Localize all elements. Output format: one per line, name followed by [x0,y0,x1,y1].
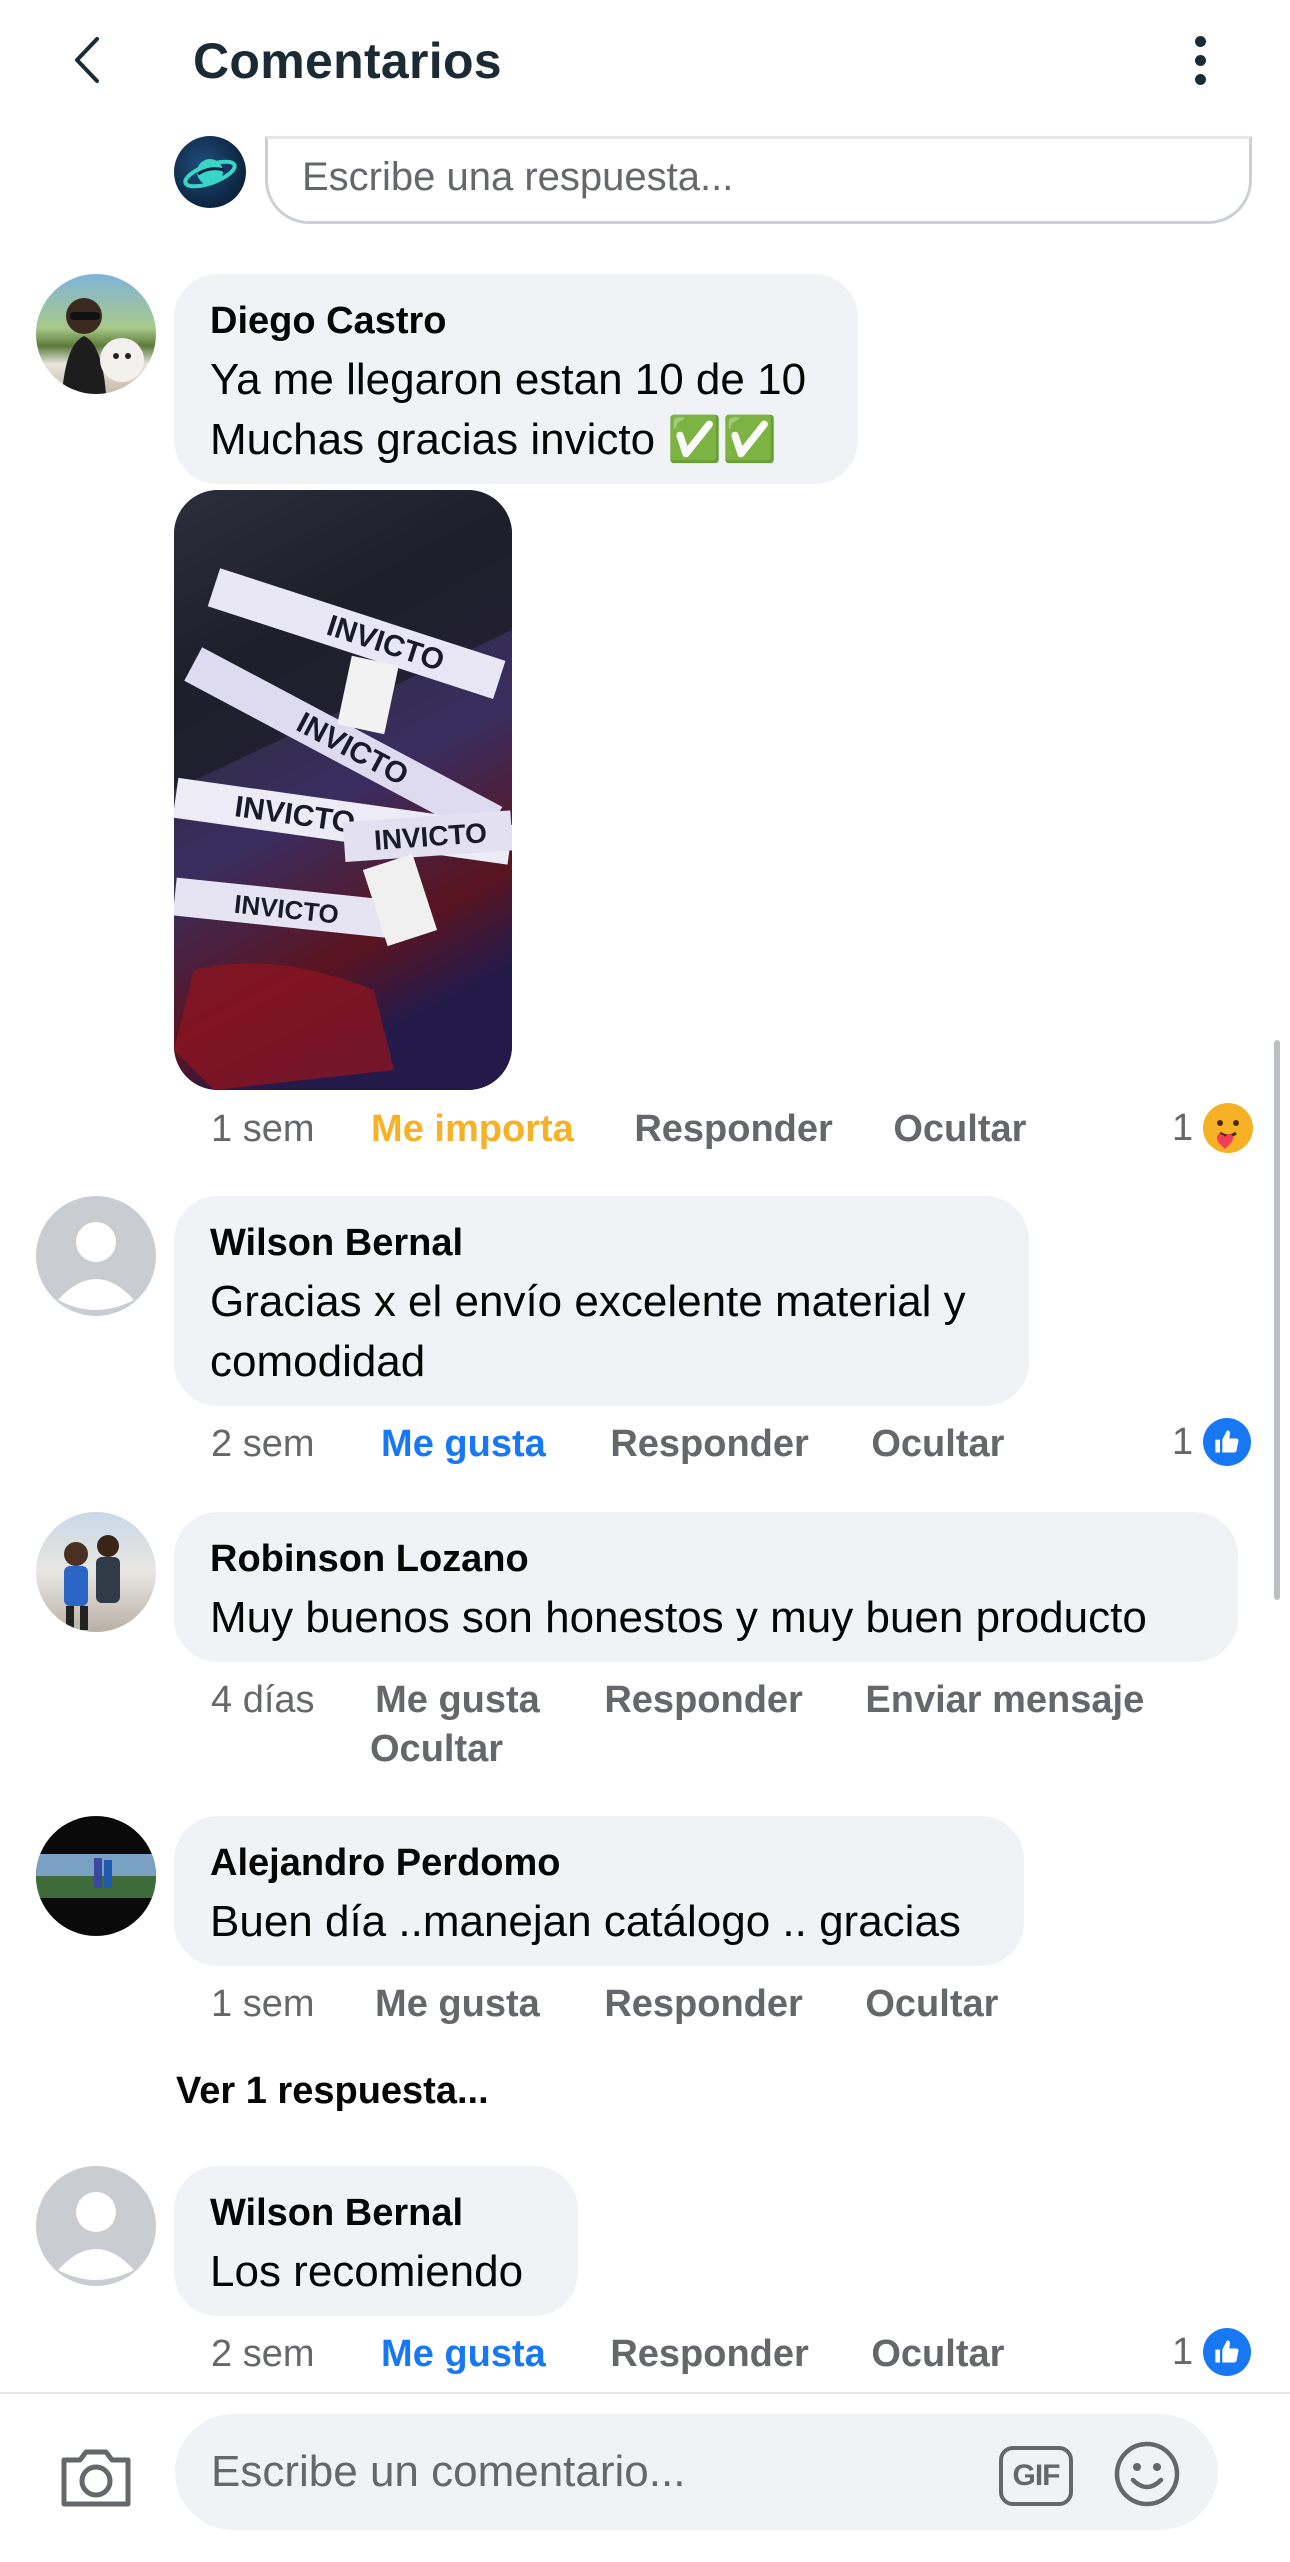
avatar-robinson-lozano[interactable] [36,1512,156,1632]
comment-bubble[interactable]: Robinson Lozano Muy buenos son honestos … [174,1512,1238,1662]
avatar-wilson-bernal[interactable] [36,1196,156,1316]
comment-bubble[interactable]: Wilson Bernal Los recomiendo [174,2166,578,2316]
comment-text-line: Muchas gracias invicto ✅✅ [210,415,777,464]
comment-text: Buen día ..manejan catálogo .. gracias [210,1892,988,1952]
thumbs-up-icon [1203,1418,1252,1466]
comment-author[interactable]: Wilson Bernal [210,2190,542,2236]
planet-logo-icon [183,159,237,189]
chevron-left-icon [75,37,99,83]
comment-author[interactable]: Robinson Lozano [210,1536,1202,1582]
comment-time[interactable]: 2 sem [211,2330,314,2378]
reply-input[interactable]: Escribe una respuesta... [265,136,1252,224]
reaction-count-number: 1 [1172,1107,1194,1149]
hide-button[interactable]: Ocultar [865,1980,998,2028]
comment-text: Muy buenos son honestos y muy buen produ… [210,1588,1202,1648]
comment-photo[interactable]: INVICTO INVICTO INVICTO INVICTO INVICTO [174,490,512,1090]
like-button[interactable]: Me gusta [375,1676,540,1724]
comment-text: Gracias x el envío excelente material y … [210,1272,993,1392]
comment-time[interactable]: 4 días [211,1676,315,1724]
comment-text: Los recomiendo [210,2242,542,2302]
hide-button[interactable]: Ocultar [871,1420,1004,1468]
comment-text-line: Ya me llegaron estan 10 de 10 [210,355,807,404]
comment-composer: Escribe un comentario... GIF [0,2392,1290,2562]
reply-button[interactable]: Responder [610,2330,808,2378]
hide-button[interactable]: Ocultar [893,1105,1026,1153]
comment-placeholder: Escribe un comentario... [211,2447,686,2496]
comment-input[interactable]: Escribe un comentario... GIF [175,2414,1218,2530]
back-button[interactable] [56,30,116,90]
comment-text-line: comodidad [210,1337,426,1386]
comment-time[interactable]: 1 sem [211,1980,314,2028]
comment-text-line: Gracias x el envío excelente material y [210,1277,966,1326]
hide-button[interactable]: Ocultar [370,1725,503,1773]
comment-actions: 2 sem Me gusta Responder Ocultar [211,1420,1004,1468]
page-avatar[interactable] [174,136,246,208]
avatar-diego-castro[interactable] [36,274,156,394]
more-vertical-icon [1194,35,1206,47]
reaction-count-number: 1 [1172,1421,1194,1463]
care-reaction-button[interactable]: Me importa [371,1105,574,1153]
comment-text-line: Los recomiendo [210,2247,524,2296]
comment-time[interactable]: 2 sem [211,1420,314,1468]
emoji-button[interactable] [1113,2440,1181,2508]
top-bar: Comentarios [0,0,1290,122]
avatar-wilson-bernal[interactable] [36,2166,156,2286]
comment-text-line: Buen día ..manejan catálogo .. gracias [210,1897,961,1946]
reaction-count[interactable]: 1 [1172,2328,1252,2376]
avatar-alejandro-perdomo[interactable] [36,1816,156,1936]
view-replies-link[interactable]: Ver 1 respuesta... [176,2067,489,2115]
like-button[interactable]: Me gusta [381,1420,546,1468]
camera-icon [61,2449,131,2507]
comment-bubble[interactable]: Wilson Bernal Gracias x el envío excelen… [174,1196,1029,1406]
gif-icon: GIF [1012,2459,1061,2492]
comment-text: Ya me llegaron estan 10 de 10 Muchas gra… [210,350,822,470]
page-title: Comentarios [193,33,502,89]
reaction-count-number: 1 [1172,2331,1194,2373]
comment-author[interactable]: Alejandro Perdomo [210,1840,988,1886]
smiley-icon [1114,2441,1180,2507]
reply-placeholder: Escribe una respuesta... [302,155,734,199]
send-message-button[interactable]: Enviar mensaje [865,1676,1144,1724]
reaction-count[interactable]: 1 [1172,1418,1252,1466]
comment-author[interactable]: Diego Castro [210,298,822,344]
hide-button[interactable]: Ocultar [871,2330,1004,2378]
comment-actions: 1 sem Me importa Responder Ocultar [211,1105,1026,1153]
thumbs-up-icon [1203,2328,1252,2376]
comment-author[interactable]: Wilson Bernal [210,1220,993,1266]
reply-button[interactable]: Responder [604,1676,802,1724]
reaction-count[interactable]: 1 [1172,1103,1254,1153]
gif-button[interactable]: GIF [999,2446,1073,2506]
reply-button[interactable]: Responder [634,1105,832,1153]
like-button[interactable]: Me gusta [381,2330,546,2378]
like-button[interactable]: Me gusta [375,1980,540,2028]
camera-button[interactable] [56,2438,136,2518]
comment-actions: 1 sem Me gusta Responder Ocultar [211,1980,998,2028]
reply-button[interactable]: Responder [604,1980,802,2028]
comment-bubble[interactable]: Alejandro Perdomo Buen día ..manejan cat… [174,1816,1024,1966]
comment-actions-row2: Ocultar [370,1725,503,1773]
scrollbar[interactable] [1274,1040,1280,1600]
more-options-button[interactable] [1175,30,1225,90]
comment-bubble[interactable]: Diego Castro Ya me llegaron estan 10 de … [174,274,858,484]
comment-text-line: Muy buenos son honestos y muy buen produ… [210,1593,1147,1642]
comment-actions: 2 sem Me gusta Responder Ocultar [211,2330,1004,2378]
care-reaction-icon [1203,1103,1254,1153]
comment-time[interactable]: 1 sem [211,1105,314,1153]
comment-actions: 4 días Me gusta Responder Enviar mensaje [211,1676,1144,1724]
reply-button[interactable]: Responder [610,1420,808,1468]
